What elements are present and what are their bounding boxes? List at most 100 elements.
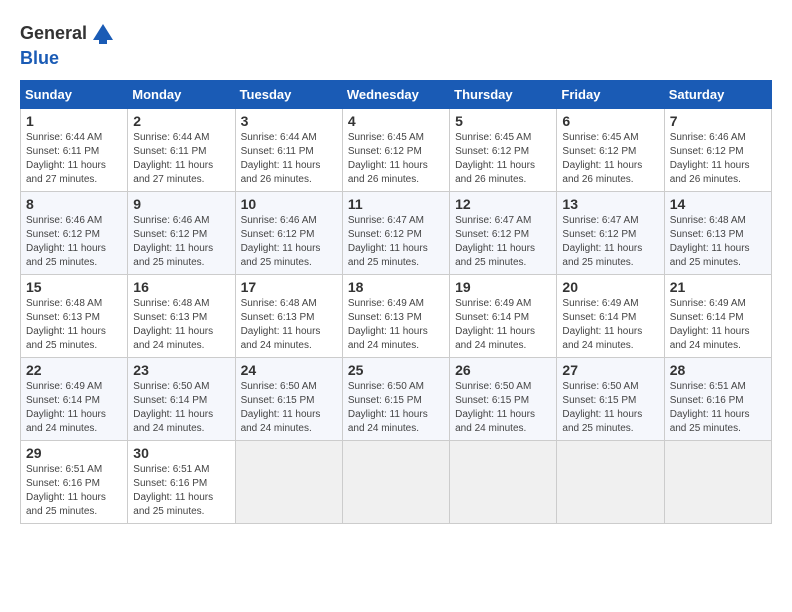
day-info: Sunrise: 6:48 AMSunset: 6:13 PMDaylight:…: [241, 298, 321, 351]
day-info: Sunrise: 6:46 AMSunset: 6:12 PMDaylight:…: [241, 215, 321, 268]
day-info: Sunrise: 6:44 AMSunset: 6:11 PMDaylight:…: [26, 132, 106, 185]
day-number: 20: [562, 279, 658, 295]
calendar-cell: 16 Sunrise: 6:48 AMSunset: 6:13 PMDaylig…: [128, 274, 235, 357]
logo-icon: [89, 20, 117, 48]
day-number: 1: [26, 113, 122, 129]
day-number: 24: [241, 362, 337, 378]
calendar-cell: [450, 440, 557, 523]
day-info: Sunrise: 6:49 AMSunset: 6:14 PMDaylight:…: [26, 381, 106, 434]
day-number: 7: [670, 113, 766, 129]
day-number: 9: [133, 196, 229, 212]
logo: General Blue: [20, 20, 117, 70]
day-info: Sunrise: 6:49 AMSunset: 6:14 PMDaylight:…: [670, 298, 750, 351]
day-info: Sunrise: 6:46 AMSunset: 6:12 PMDaylight:…: [670, 132, 750, 185]
calendar-week-3: 15 Sunrise: 6:48 AMSunset: 6:13 PMDaylig…: [21, 274, 772, 357]
calendar-cell: 23 Sunrise: 6:50 AMSunset: 6:14 PMDaylig…: [128, 357, 235, 440]
calendar-cell: 29 Sunrise: 6:51 AMSunset: 6:16 PMDaylig…: [21, 440, 128, 523]
day-number: 5: [455, 113, 551, 129]
day-number: 17: [241, 279, 337, 295]
calendar-body: 1 Sunrise: 6:44 AMSunset: 6:11 PMDayligh…: [21, 108, 772, 523]
day-number: 28: [670, 362, 766, 378]
calendar-cell: 28 Sunrise: 6:51 AMSunset: 6:16 PMDaylig…: [664, 357, 771, 440]
calendar-cell: [235, 440, 342, 523]
calendar-cell: [557, 440, 664, 523]
day-info: Sunrise: 6:49 AMSunset: 6:13 PMDaylight:…: [348, 298, 428, 351]
day-number: 8: [26, 196, 122, 212]
calendar-cell: 25 Sunrise: 6:50 AMSunset: 6:15 PMDaylig…: [342, 357, 449, 440]
calendar-cell: 9 Sunrise: 6:46 AMSunset: 6:12 PMDayligh…: [128, 191, 235, 274]
calendar-header-tuesday: Tuesday: [235, 80, 342, 108]
day-info: Sunrise: 6:51 AMSunset: 6:16 PMDaylight:…: [133, 464, 213, 517]
day-info: Sunrise: 6:50 AMSunset: 6:15 PMDaylight:…: [241, 381, 321, 434]
day-number: 14: [670, 196, 766, 212]
calendar-table: SundayMondayTuesdayWednesdayThursdayFrid…: [20, 80, 772, 524]
day-info: Sunrise: 6:51 AMSunset: 6:16 PMDaylight:…: [670, 381, 750, 434]
day-number: 26: [455, 362, 551, 378]
day-info: Sunrise: 6:48 AMSunset: 6:13 PMDaylight:…: [670, 215, 750, 268]
day-number: 15: [26, 279, 122, 295]
day-number: 13: [562, 196, 658, 212]
calendar-week-4: 22 Sunrise: 6:49 AMSunset: 6:14 PMDaylig…: [21, 357, 772, 440]
calendar-cell: 20 Sunrise: 6:49 AMSunset: 6:14 PMDaylig…: [557, 274, 664, 357]
day-info: Sunrise: 6:48 AMSunset: 6:13 PMDaylight:…: [26, 298, 106, 351]
day-number: 16: [133, 279, 229, 295]
day-info: Sunrise: 6:50 AMSunset: 6:15 PMDaylight:…: [455, 381, 535, 434]
calendar-header-thursday: Thursday: [450, 80, 557, 108]
day-number: 2: [133, 113, 229, 129]
day-number: 25: [348, 362, 444, 378]
logo-general: General: [20, 23, 87, 45]
calendar-cell: 30 Sunrise: 6:51 AMSunset: 6:16 PMDaylig…: [128, 440, 235, 523]
calendar-week-5: 29 Sunrise: 6:51 AMSunset: 6:16 PMDaylig…: [21, 440, 772, 523]
calendar-cell: 18 Sunrise: 6:49 AMSunset: 6:13 PMDaylig…: [342, 274, 449, 357]
calendar-cell: 1 Sunrise: 6:44 AMSunset: 6:11 PMDayligh…: [21, 108, 128, 191]
calendar-cell: 17 Sunrise: 6:48 AMSunset: 6:13 PMDaylig…: [235, 274, 342, 357]
day-number: 12: [455, 196, 551, 212]
calendar-cell: 24 Sunrise: 6:50 AMSunset: 6:15 PMDaylig…: [235, 357, 342, 440]
calendar-header-friday: Friday: [557, 80, 664, 108]
day-number: 6: [562, 113, 658, 129]
calendar-cell: 10 Sunrise: 6:46 AMSunset: 6:12 PMDaylig…: [235, 191, 342, 274]
calendar-week-1: 1 Sunrise: 6:44 AMSunset: 6:11 PMDayligh…: [21, 108, 772, 191]
day-info: Sunrise: 6:50 AMSunset: 6:15 PMDaylight:…: [348, 381, 428, 434]
day-info: Sunrise: 6:47 AMSunset: 6:12 PMDaylight:…: [455, 215, 535, 268]
day-info: Sunrise: 6:46 AMSunset: 6:12 PMDaylight:…: [26, 215, 106, 268]
calendar-cell: 11 Sunrise: 6:47 AMSunset: 6:12 PMDaylig…: [342, 191, 449, 274]
day-number: 3: [241, 113, 337, 129]
calendar-cell: 15 Sunrise: 6:48 AMSunset: 6:13 PMDaylig…: [21, 274, 128, 357]
calendar-cell: [664, 440, 771, 523]
day-info: Sunrise: 6:50 AMSunset: 6:14 PMDaylight:…: [133, 381, 213, 434]
calendar-cell: 8 Sunrise: 6:46 AMSunset: 6:12 PMDayligh…: [21, 191, 128, 274]
day-info: Sunrise: 6:44 AMSunset: 6:11 PMDaylight:…: [241, 132, 321, 185]
day-number: 21: [670, 279, 766, 295]
calendar-week-2: 8 Sunrise: 6:46 AMSunset: 6:12 PMDayligh…: [21, 191, 772, 274]
day-info: Sunrise: 6:47 AMSunset: 6:12 PMDaylight:…: [562, 215, 642, 268]
calendar-header-row: SundayMondayTuesdayWednesdayThursdayFrid…: [21, 80, 772, 108]
calendar-cell: 4 Sunrise: 6:45 AMSunset: 6:12 PMDayligh…: [342, 108, 449, 191]
calendar-cell: 26 Sunrise: 6:50 AMSunset: 6:15 PMDaylig…: [450, 357, 557, 440]
day-info: Sunrise: 6:49 AMSunset: 6:14 PMDaylight:…: [455, 298, 535, 351]
header: General Blue: [20, 20, 772, 70]
logo-blue: Blue: [20, 48, 59, 68]
day-info: Sunrise: 6:49 AMSunset: 6:14 PMDaylight:…: [562, 298, 642, 351]
day-info: Sunrise: 6:51 AMSunset: 6:16 PMDaylight:…: [26, 464, 106, 517]
calendar-cell: 22 Sunrise: 6:49 AMSunset: 6:14 PMDaylig…: [21, 357, 128, 440]
calendar-cell: [342, 440, 449, 523]
calendar-header-sunday: Sunday: [21, 80, 128, 108]
day-info: Sunrise: 6:45 AMSunset: 6:12 PMDaylight:…: [455, 132, 535, 185]
calendar-cell: 3 Sunrise: 6:44 AMSunset: 6:11 PMDayligh…: [235, 108, 342, 191]
calendar-cell: 14 Sunrise: 6:48 AMSunset: 6:13 PMDaylig…: [664, 191, 771, 274]
calendar-cell: 19 Sunrise: 6:49 AMSunset: 6:14 PMDaylig…: [450, 274, 557, 357]
calendar-cell: 5 Sunrise: 6:45 AMSunset: 6:12 PMDayligh…: [450, 108, 557, 191]
day-info: Sunrise: 6:46 AMSunset: 6:12 PMDaylight:…: [133, 215, 213, 268]
day-number: 29: [26, 445, 122, 461]
day-number: 11: [348, 196, 444, 212]
calendar-cell: 12 Sunrise: 6:47 AMSunset: 6:12 PMDaylig…: [450, 191, 557, 274]
calendar-header-saturday: Saturday: [664, 80, 771, 108]
calendar-cell: 13 Sunrise: 6:47 AMSunset: 6:12 PMDaylig…: [557, 191, 664, 274]
day-info: Sunrise: 6:47 AMSunset: 6:12 PMDaylight:…: [348, 215, 428, 268]
day-number: 4: [348, 113, 444, 129]
day-info: Sunrise: 6:50 AMSunset: 6:15 PMDaylight:…: [562, 381, 642, 434]
day-number: 22: [26, 362, 122, 378]
day-number: 10: [241, 196, 337, 212]
day-info: Sunrise: 6:45 AMSunset: 6:12 PMDaylight:…: [562, 132, 642, 185]
